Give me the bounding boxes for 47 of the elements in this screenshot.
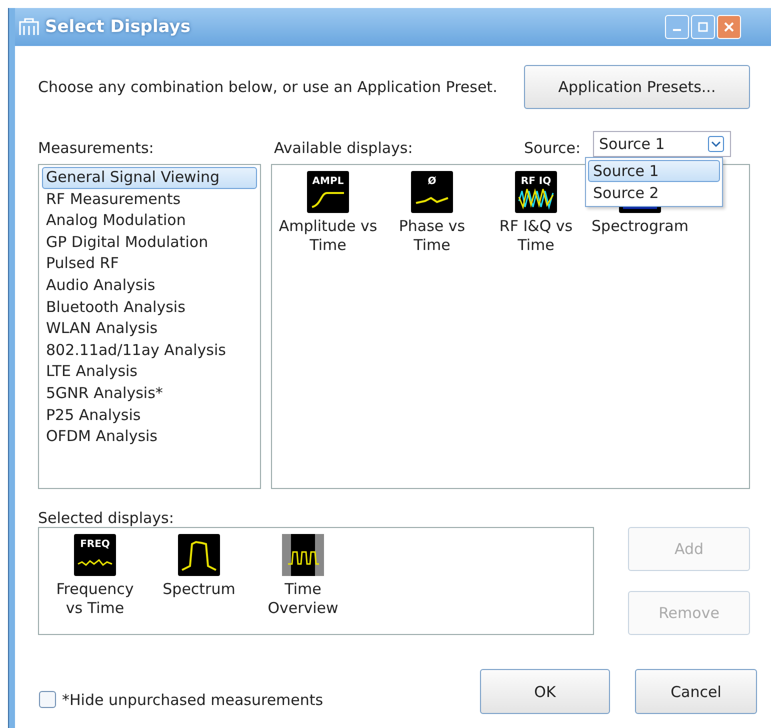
time-overview-icon xyxy=(282,534,324,576)
minimize-button[interactable] xyxy=(665,15,689,39)
measurement-item[interactable]: P25 Analysis xyxy=(42,404,257,426)
amplitude-display-icon: AMPL xyxy=(307,171,349,213)
display-label[interactable]: Spectrogram xyxy=(592,217,688,236)
checkbox[interactable] xyxy=(39,691,56,708)
measurement-item[interactable]: GP Digital Modulation xyxy=(42,232,257,254)
window-title: Select Displays xyxy=(45,17,190,37)
measurement-item[interactable]: Pulsed RF xyxy=(42,253,257,275)
intro-text: Choose any combination below, or use an Application Preset. xyxy=(38,78,498,96)
display-label[interactable]: Time Overview xyxy=(268,580,338,618)
phase-display-icon: Ø xyxy=(411,171,453,213)
measurements-label: Measurements: xyxy=(38,139,155,157)
iq-waveform-icon: RF IQ xyxy=(515,171,557,213)
available-displays-label: Available displays: xyxy=(274,139,414,157)
measurement-item[interactable]: Audio Analysis xyxy=(42,274,257,297)
display-label[interactable]: RF I&Q vs Time xyxy=(499,217,573,255)
ok-button[interactable]: OK xyxy=(480,669,610,714)
source-option[interactable]: Source 1 xyxy=(588,160,720,182)
measurement-item[interactable]: 802.11ad/11ay Analysis xyxy=(42,340,257,362)
measurement-item[interactable]: Bluetooth Analysis xyxy=(42,296,257,318)
close-icon xyxy=(724,22,734,32)
measurement-item[interactable]: RF Measurements xyxy=(42,188,257,210)
source-dropdown[interactable]: Source 1 xyxy=(593,131,731,157)
application-presets-button[interactable]: Application Presets... xyxy=(524,65,750,109)
maximize-button[interactable] xyxy=(691,15,715,39)
spectrum-icon xyxy=(178,534,220,576)
chevron-down-icon xyxy=(708,136,724,152)
frequency-display-icon: FREQ xyxy=(74,534,116,576)
display-label[interactable]: Frequency vs Time xyxy=(56,580,134,618)
measurement-item[interactable]: 5GNR Analysis* xyxy=(42,382,257,405)
measurement-item[interactable]: General Signal Viewing xyxy=(42,167,257,189)
display-label[interactable]: Spectrum xyxy=(162,580,236,599)
source-option[interactable]: Source 2 xyxy=(588,182,720,204)
display-label[interactable]: Amplitude vs Time xyxy=(278,217,378,255)
app-icon xyxy=(19,18,39,36)
display-label[interactable]: Phase vs Time xyxy=(398,217,466,255)
measurement-item[interactable]: OFDM Analysis xyxy=(42,426,257,448)
cancel-button[interactable]: Cancel xyxy=(635,669,757,714)
checkbox-label: *Hide unpurchased measurements xyxy=(62,690,324,708)
close-button[interactable] xyxy=(717,15,741,39)
source-label: Source: xyxy=(524,139,582,157)
measurement-item[interactable]: WLAN Analysis xyxy=(42,318,257,340)
measurement-item[interactable]: LTE Analysis xyxy=(42,361,257,383)
measurement-item[interactable]: Analog Modulation xyxy=(42,210,257,232)
maximize-icon xyxy=(698,22,708,32)
selected-displays-label: Selected displays: xyxy=(38,509,174,527)
